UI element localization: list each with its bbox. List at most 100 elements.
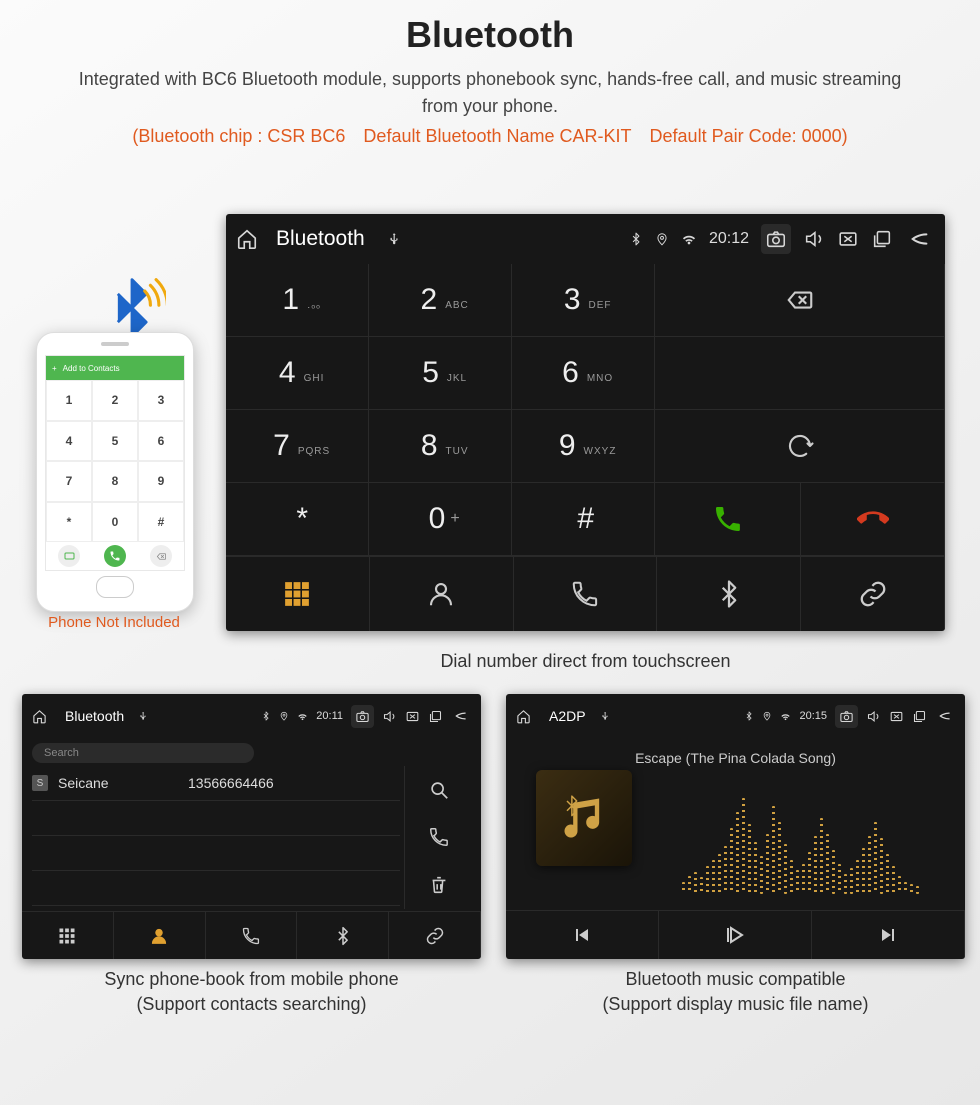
album-art (536, 770, 632, 866)
phone-key: 5 (92, 421, 138, 462)
side-tools (404, 766, 473, 909)
volume-button[interactable] (803, 228, 825, 250)
list-item[interactable]: S Seicane 13566664466 (32, 766, 400, 801)
nav-dialpad[interactable] (226, 556, 370, 631)
dial-key-5[interactable]: 5JKL (369, 337, 512, 410)
phone-home-button (37, 571, 193, 603)
nav-calls[interactable] (514, 556, 658, 631)
volume-button[interactable] (866, 709, 881, 724)
wifi-status-icon (297, 711, 308, 722)
contact-list[interactable]: S Seicane 13566664466 (32, 766, 400, 909)
location-status-icon (655, 232, 669, 246)
status-bar: Bluetooth 20:12 (226, 214, 945, 264)
music-screen: A2DP 20:15 Escape (The Pina Colada Song) (506, 694, 965, 959)
search-input[interactable]: Search (32, 743, 254, 763)
nav-contacts[interactable] (370, 556, 514, 631)
back-button[interactable] (905, 228, 935, 250)
screenshot-button[interactable] (761, 224, 791, 254)
usb-icon (600, 711, 610, 721)
contacts-screen: Bluetooth 20:11 Search (22, 694, 481, 959)
contact-initial-badge: S (32, 775, 48, 791)
list-item (32, 871, 400, 906)
back-button[interactable] (935, 709, 955, 723)
play-pause-button[interactable] (659, 911, 812, 959)
nav-bar (22, 911, 481, 959)
bluetooth-status-icon (744, 711, 754, 721)
dial-key-3[interactable]: 3DEF (512, 264, 655, 337)
usb-icon (387, 232, 401, 246)
screen-title: Bluetooth (65, 708, 124, 724)
page-subtitle: Integrated with BC6 Bluetooth module, su… (70, 66, 910, 120)
dial-key-1[interactable]: 1․ₒₒ (226, 264, 369, 337)
close-app-button[interactable] (837, 228, 859, 250)
nav-calls[interactable] (206, 911, 298, 959)
dial-pad: 1․ₒₒ 2ABC 3DEF 4GHI 5JKL 6MNO 7PQRS 8TUV… (226, 264, 945, 556)
dial-key-2[interactable]: 2ABC (369, 264, 512, 337)
search-button[interactable] (405, 779, 473, 801)
sync-button[interactable] (655, 410, 945, 483)
nav-bar (226, 556, 945, 631)
dial-key-star[interactable]: * (226, 483, 369, 556)
wifi-status-icon (681, 231, 697, 247)
contacts-panel: Bluetooth 20:11 Search (22, 694, 481, 1017)
bluetooth-status-icon (629, 232, 643, 246)
home-icon[interactable] (32, 709, 47, 724)
status-bar: Bluetooth 20:11 (22, 694, 481, 738)
phone-key: 6 (138, 421, 184, 462)
dial-key-hash[interactable]: # (512, 483, 655, 556)
recent-apps-button[interactable] (912, 709, 927, 724)
page-title: Bluetooth (0, 14, 980, 56)
call-button[interactable] (405, 826, 473, 848)
clock: 20:12 (709, 230, 749, 248)
volume-button[interactable] (382, 709, 397, 724)
home-icon[interactable] (236, 228, 258, 250)
home-icon[interactable] (516, 709, 531, 724)
dial-key-6[interactable]: 6MNO (512, 337, 655, 410)
nav-bluetooth[interactable] (657, 556, 801, 631)
phone-key: 2 (92, 380, 138, 421)
wifi-status-icon (780, 711, 791, 722)
music-panel: A2DP 20:15 Escape (The Pina Colada Song) (506, 694, 965, 1017)
contact-number: 13566664466 (188, 775, 274, 791)
dial-key-4[interactable]: 4GHI (226, 337, 369, 410)
call-button[interactable] (655, 483, 801, 556)
blank-key (655, 337, 945, 410)
next-track-button[interactable] (812, 911, 965, 959)
status-bar: A2DP 20:15 (506, 694, 965, 738)
prev-track-button[interactable] (506, 911, 659, 959)
bluetooth-status-icon (261, 711, 271, 721)
phone-sms-icon (58, 545, 80, 567)
visualizer (656, 784, 945, 894)
screenshot-button[interactable] (835, 705, 858, 728)
delete-button[interactable] (405, 874, 473, 896)
backspace-button[interactable] (655, 264, 945, 337)
location-status-icon (279, 711, 289, 721)
location-status-icon (762, 711, 772, 721)
dial-key-7[interactable]: 7PQRS (226, 410, 369, 483)
dial-key-0[interactable]: 0+ (369, 483, 512, 556)
close-app-button[interactable] (405, 709, 420, 724)
clock: 20:11 (316, 710, 343, 722)
nav-contacts[interactable] (114, 911, 206, 959)
phone-key: 9 (138, 461, 184, 502)
contacts-caption: Sync phone-book from mobile phone(Suppor… (22, 967, 481, 1017)
screenshot-button[interactable] (351, 705, 374, 728)
nav-bluetooth[interactable] (297, 911, 389, 959)
dial-key-8[interactable]: 8TUV (369, 410, 512, 483)
phone-key: # (138, 502, 184, 543)
nav-pair[interactable] (801, 556, 945, 631)
phone-caption: Phone Not Included (22, 614, 206, 631)
hangup-button[interactable] (801, 483, 945, 556)
nav-pair[interactable] (389, 911, 481, 959)
music-controls (506, 910, 965, 959)
nav-dialpad[interactable] (22, 911, 114, 959)
close-app-button[interactable] (889, 709, 904, 724)
phone-backspace-icon (150, 545, 172, 567)
music-caption: Bluetooth music compatible(Support displ… (506, 967, 965, 1017)
track-title: Escape (The Pina Colada Song) (506, 750, 965, 766)
back-button[interactable] (451, 709, 471, 723)
recent-apps-button[interactable] (428, 709, 443, 724)
recent-apps-button[interactable] (871, 228, 893, 250)
phone-key: 4 (46, 421, 92, 462)
dial-key-9[interactable]: 9WXYZ (512, 410, 655, 483)
